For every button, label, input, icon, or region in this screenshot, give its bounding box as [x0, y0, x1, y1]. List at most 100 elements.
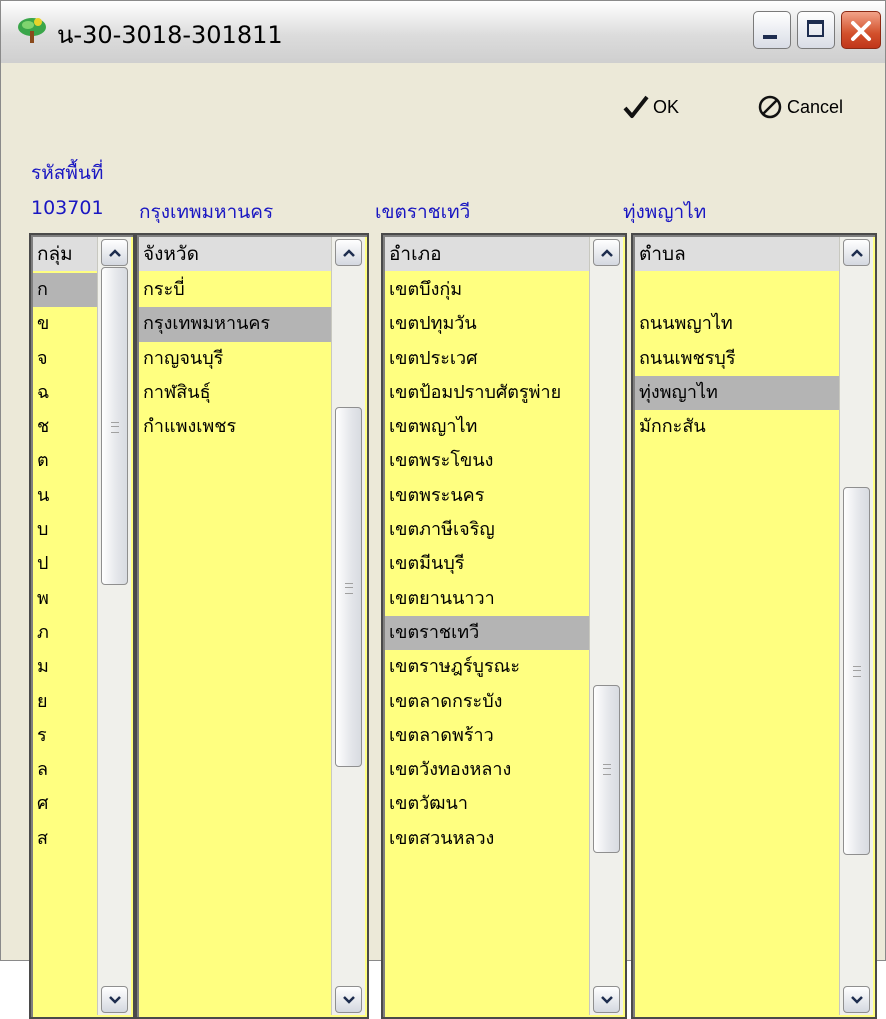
district-list-item[interactable]: เขตปทุมวัน	[385, 307, 589, 341]
scroll-thumb[interactable]	[843, 487, 870, 855]
chevron-down-icon	[601, 996, 613, 1004]
group-list-item[interactable]: จ	[33, 342, 97, 376]
group-list-item[interactable]: ภ	[33, 616, 97, 650]
scroll-thumb[interactable]	[335, 407, 362, 767]
district-list[interactable]: อำเภอ เขตบึงกุ่ม เขตปทุมวัน เขตประเวศ เขตป้…	[381, 233, 627, 1019]
app-icon	[15, 15, 49, 45]
dialog-body: OK Cancel รหัสพื้นที่ 103701 กรุงเทพมหาน…	[1, 63, 885, 1019]
group-rows: กขจฉชตนบปพภมยรลศส	[33, 273, 97, 856]
group-list-item[interactable]: พ	[33, 582, 97, 616]
subdistrict-list-item[interactable]: ถนนเพชรบุรี	[635, 342, 839, 376]
group-list-item[interactable]: ส	[33, 822, 97, 856]
group-list-item[interactable]: ร	[33, 719, 97, 753]
district-list-item[interactable]: เขตพญาไท	[385, 410, 589, 444]
district-list-item[interactable]: เขตพระโขนง	[385, 444, 589, 478]
subdistrict-list-header[interactable]: ตำบล	[635, 237, 839, 271]
group-list-item[interactable]: ต	[33, 444, 97, 478]
district-list-item[interactable]: เขตบึงกุ่ม	[385, 273, 589, 307]
district-list-item[interactable]: เขตลาดพร้าว	[385, 719, 589, 753]
title-bar[interactable]: น-30-3018-301811	[1, 1, 885, 64]
district-list-item[interactable]: เขตพระนคร	[385, 479, 589, 513]
selected-subdistrict-text: ทุ่งพญาไท	[623, 201, 707, 223]
chevron-up-icon	[109, 249, 121, 257]
province-list-item[interactable]: กำแพงเพชร	[139, 410, 331, 444]
district-list-item[interactable]: เขตสวนหลวง	[385, 822, 589, 856]
scroll-up-button[interactable]	[843, 239, 870, 266]
scroll-down-button[interactable]	[101, 986, 128, 1013]
chevron-up-icon	[601, 249, 613, 257]
group-list-item[interactable]: ล	[33, 753, 97, 787]
district-scrollbar[interactable]	[589, 237, 623, 1015]
subdistrict-list-item[interactable]: ทุ่งพญาไท	[635, 375, 839, 411]
chevron-down-icon	[109, 996, 121, 1004]
subdistrict-list[interactable]: ตำบล ถนนพญาไท ถนนเพชรบุรี ทุ่งพญาไท มักกะสั…	[631, 233, 877, 1019]
close-button[interactable]	[841, 11, 881, 49]
grip-icon	[345, 583, 353, 594]
province-scrollbar[interactable]	[331, 237, 365, 1015]
group-list[interactable]: กลุ่ม กขจฉชตนบปพภมยรลศส	[29, 233, 135, 1019]
group-list-item[interactable]: ศ	[33, 787, 97, 821]
group-list-item[interactable]: ม	[33, 650, 97, 684]
subdistrict-rows: ถนนพญาไท ถนนเพชรบุรี ทุ่งพญาไท มักกะสัน	[635, 273, 839, 444]
group-list-item[interactable]: ข	[33, 307, 97, 341]
scroll-up-button[interactable]	[335, 239, 362, 266]
scroll-down-button[interactable]	[593, 986, 620, 1013]
group-scrollbar[interactable]	[97, 237, 131, 1015]
province-list[interactable]: จังหวัด กระบี่ กรุงเทพมหานคร กาญจนบุรี กาฬส…	[135, 233, 369, 1019]
group-list-item[interactable]: ป	[33, 547, 97, 581]
district-list-header[interactable]: อำเภอ	[385, 237, 589, 271]
close-icon	[851, 21, 871, 41]
group-list-item[interactable]: น	[33, 479, 97, 513]
district-list-item[interactable]: เขตประเวศ	[385, 342, 589, 376]
province-list-header[interactable]: จังหวัด	[139, 237, 331, 271]
district-list-item[interactable]: เขตวังทองหลาง	[385, 753, 589, 787]
province-rows: กระบี่ กรุงเทพมหานคร กาญจนบุรี กาฬสินธุ์ กำแ…	[139, 273, 331, 444]
chevron-up-icon	[343, 249, 355, 257]
scroll-up-button[interactable]	[593, 239, 620, 266]
province-list-item[interactable]: กระบี่	[139, 273, 331, 307]
province-list-item[interactable]: กาญจนบุรี	[139, 342, 331, 376]
group-list-item[interactable]: ฉ	[33, 376, 97, 410]
area-code-label: รหัสพื้นที่	[31, 162, 104, 184]
group-list-item[interactable]: ก	[33, 273, 97, 308]
group-list-header[interactable]: กลุ่ม	[33, 237, 97, 271]
scroll-up-button[interactable]	[101, 239, 128, 266]
ok-button[interactable]: OK	[623, 87, 679, 127]
group-list-item[interactable]: บ	[33, 513, 97, 547]
province-list-item[interactable]: กรุงเทพมหานคร	[139, 307, 331, 342]
scroll-thumb[interactable]	[101, 267, 128, 585]
subdistrict-list-item[interactable]: ถนนพญาไท	[635, 307, 839, 341]
selected-province-text: กรุงเทพมหานคร	[139, 201, 274, 223]
subdistrict-scrollbar[interactable]	[839, 237, 873, 1015]
chevron-down-icon	[851, 996, 863, 1004]
province-list-item[interactable]: กาฬสินธุ์	[139, 376, 331, 410]
district-list-item[interactable]: เขตราชเทวี	[385, 615, 589, 651]
subdistrict-list-item[interactable]	[635, 273, 839, 307]
district-rows: เขตบึงกุ่ม เขตปทุมวัน เขตประเวศ เขตป้อมปราบ…	[385, 273, 589, 856]
chevron-up-icon	[851, 249, 863, 257]
subdistrict-list-item[interactable]: มักกะสัน	[635, 410, 839, 444]
maximize-button[interactable]	[797, 11, 835, 49]
district-list-item[interactable]: เขตภาษีเจริญ	[385, 513, 589, 547]
district-list-item[interactable]: เขตราษฎร์บูรณะ	[385, 650, 589, 684]
scroll-down-button[interactable]	[335, 986, 362, 1013]
grip-icon	[111, 422, 119, 433]
dialog-window: น-30-3018-301811 OK Cancel รหัสพื้นที่ 1…	[0, 0, 886, 1019]
group-list-item[interactable]: ย	[33, 685, 97, 719]
grip-icon	[603, 764, 611, 775]
cancel-label: Cancel	[787, 96, 844, 117]
district-list-item[interactable]: เขตยานนาวา	[385, 582, 589, 616]
group-list-item[interactable]: ช	[33, 410, 97, 444]
scroll-down-button[interactable]	[843, 986, 870, 1013]
scroll-thumb[interactable]	[593, 685, 620, 853]
district-list-item[interactable]: เขตมีนบุรี	[385, 547, 589, 581]
checkmark-icon	[623, 95, 649, 118]
district-list-item[interactable]: เขตลาดกระบัง	[385, 685, 589, 719]
maximize-icon	[807, 20, 824, 37]
district-list-item[interactable]: เขตวัฒนา	[385, 787, 589, 821]
district-list-item[interactable]: เขตป้อมปราบศัตรูพ่าย	[385, 376, 589, 410]
cancel-button[interactable]: Cancel	[757, 87, 843, 127]
minimize-button[interactable]	[753, 11, 791, 49]
selected-district-text: เขตราชเทวี	[375, 201, 471, 223]
minimize-icon	[763, 35, 777, 39]
